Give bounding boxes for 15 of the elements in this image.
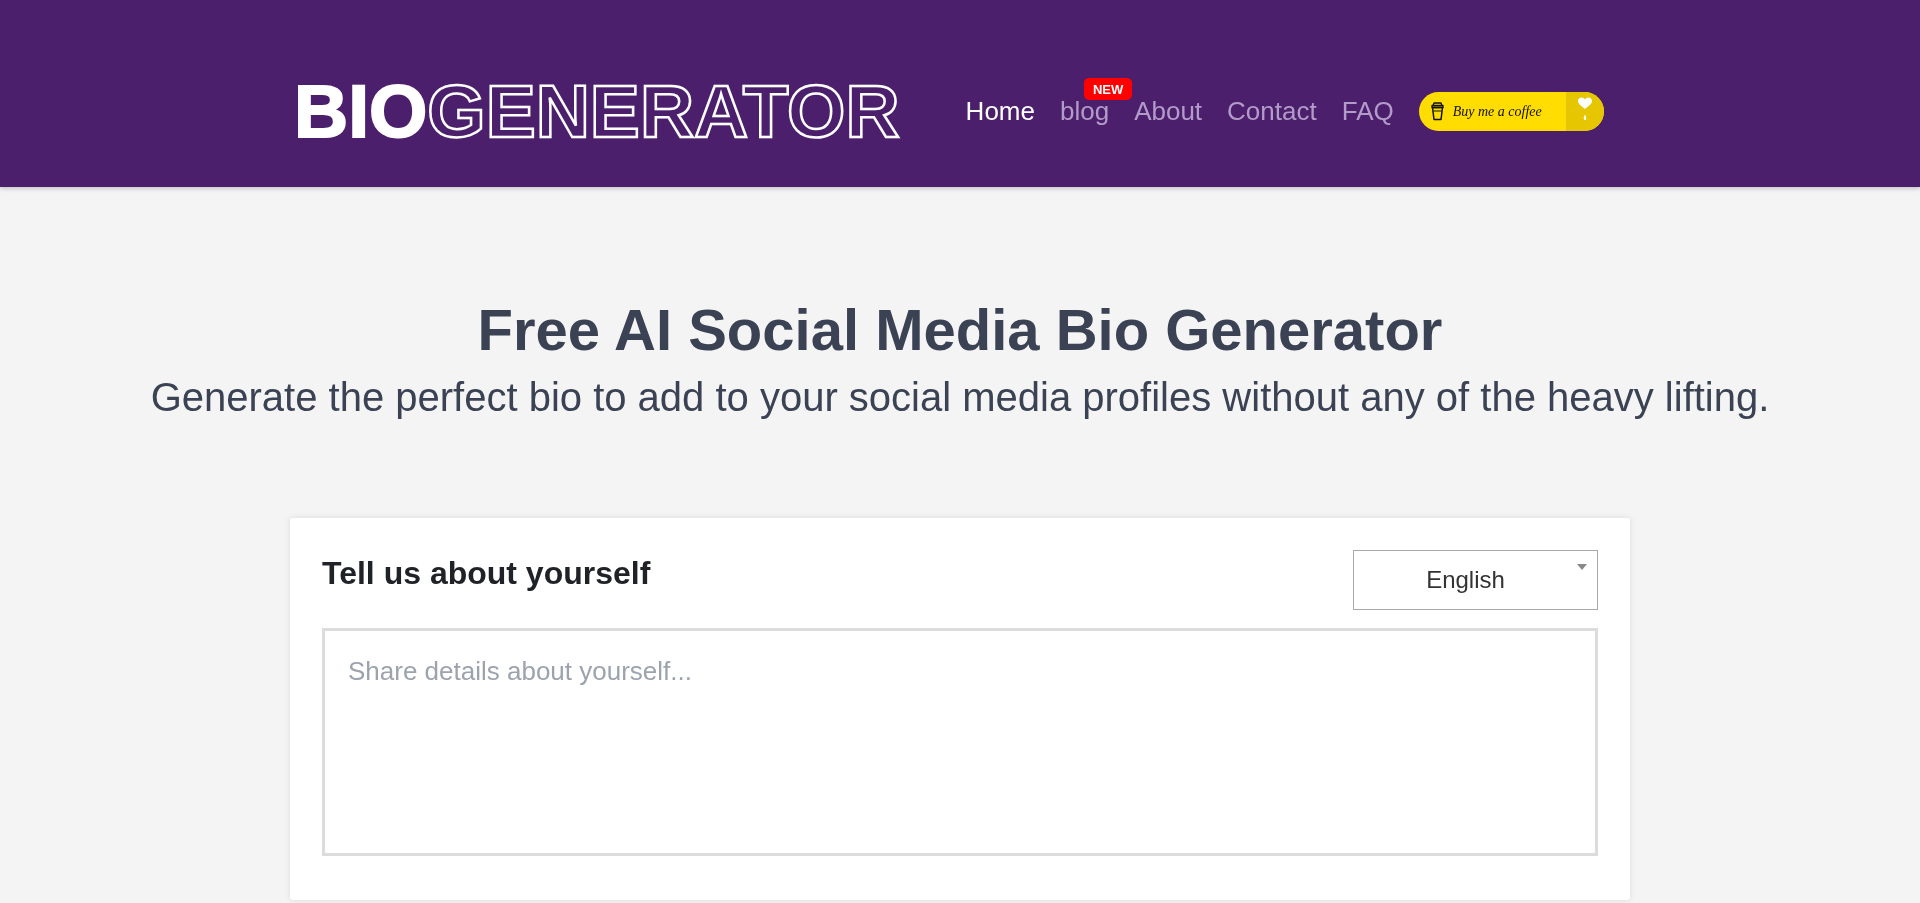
details-field[interactable]: Share details about yourself... — [322, 627, 1598, 856]
heart-icon — [1577, 97, 1592, 121]
site-logo[interactable]: BIOGENERATOR — [291, 74, 900, 149]
nav-link[interactable]: About — [1134, 96, 1203, 127]
buy-coffee-button[interactable]: Buy me a coffee — [1418, 92, 1604, 131]
nav-link[interactable]: Home — [965, 96, 1035, 127]
new-badge: NEW — [1083, 77, 1133, 100]
nav-link[interactable]: Contact — [1227, 96, 1317, 127]
language-select[interactable]: English — [1353, 549, 1598, 610]
caret-icon — [1577, 563, 1587, 570]
cup-icon — [1430, 102, 1444, 121]
page-title: Free AI Social Media Bio Generator — [476, 296, 1444, 364]
form-heading: Tell us about yourself — [322, 553, 651, 592]
nav-link[interactable]: FAQ — [1341, 96, 1394, 127]
page-subtitle: Generate the perfect bio to add to your social media profiles without any of the heavy lifting. — [149, 373, 1771, 421]
